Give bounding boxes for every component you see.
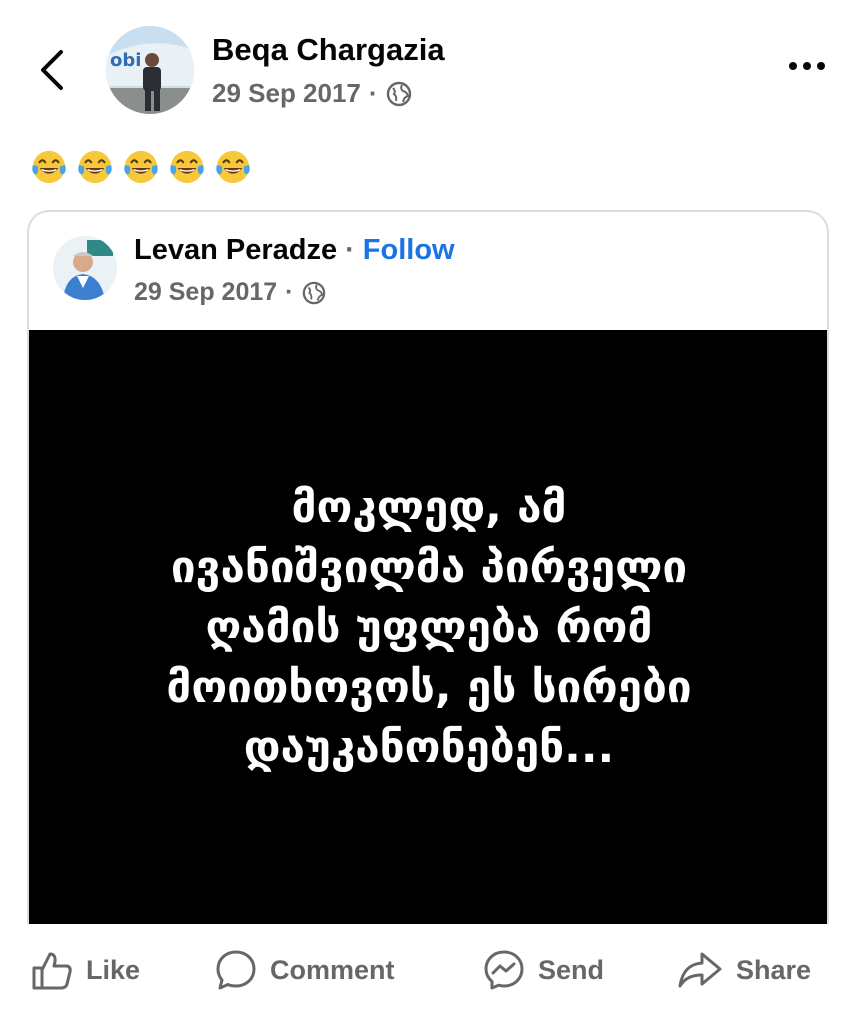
thumbs-up-icon <box>32 952 72 990</box>
post-meta: 29 Sep 2017 · <box>212 78 412 109</box>
action-bar: Like Comment Send Share <box>0 936 857 1006</box>
shared-post-meta: 29 Sep 2017 · <box>134 278 326 307</box>
comment-label: Comment <box>270 954 395 985</box>
send-label: Send <box>538 954 605 985</box>
shared-post-header: Levan Peradze · Follow <box>134 234 455 267</box>
face-with-tears-of-joy-icon <box>32 150 66 184</box>
header-separator: · <box>345 234 355 266</box>
follow-button[interactable]: Follow <box>363 234 455 267</box>
share-label: Share <box>736 954 812 985</box>
more-options-button[interactable] <box>785 58 829 74</box>
comment-button[interactable]: Comment <box>214 948 395 992</box>
author-avatar[interactable]: obi <box>106 26 194 114</box>
post-date[interactable]: 29 Sep 2017 <box>212 78 361 109</box>
face-with-tears-of-joy-icon <box>216 150 250 184</box>
post-caption <box>30 148 252 186</box>
author-name[interactable]: Beqa Chargazia <box>212 32 445 68</box>
face-with-tears-of-joy-icon <box>78 150 112 184</box>
send-button[interactable]: Send <box>482 948 604 992</box>
text-post-background[interactable]: მოკლედ, ამ ივანიშვილმა პირველი ღამის უფლ… <box>29 330 827 924</box>
face-with-tears-of-joy-icon <box>170 150 204 184</box>
shared-post-date[interactable]: 29 Sep 2017 <box>134 278 277 307</box>
share-button[interactable]: Share <box>676 948 811 992</box>
globe-icon <box>386 81 411 106</box>
svg-text:obi: obi <box>110 50 141 71</box>
shared-post-text: მოკლედ, ამ ივანიშვილმა პირველი ღამის უფლ… <box>166 482 692 773</box>
like-button[interactable]: Like <box>30 948 140 992</box>
globe-icon <box>302 281 325 304</box>
back-button[interactable] <box>30 40 74 100</box>
share-arrow-icon <box>678 952 722 988</box>
speech-bubble-icon <box>216 950 256 990</box>
like-label: Like <box>86 954 141 985</box>
author-photo: obi <box>106 26 194 114</box>
shared-author-photo <box>53 236 117 300</box>
shared-author-name[interactable]: Levan Peradze <box>134 234 337 267</box>
messenger-icon <box>484 950 524 990</box>
shared-post-card[interactable]: Levan Peradze · Follow 29 Sep 2017 · მოკ… <box>27 210 829 924</box>
face-with-tears-of-joy-icon <box>124 150 158 184</box>
chevron-left-icon <box>41 50 63 90</box>
more-horizontal-icon <box>789 62 797 70</box>
meta-separator: · <box>368 78 378 108</box>
shared-author-avatar[interactable] <box>53 236 117 300</box>
meta-separator: · <box>285 278 294 306</box>
